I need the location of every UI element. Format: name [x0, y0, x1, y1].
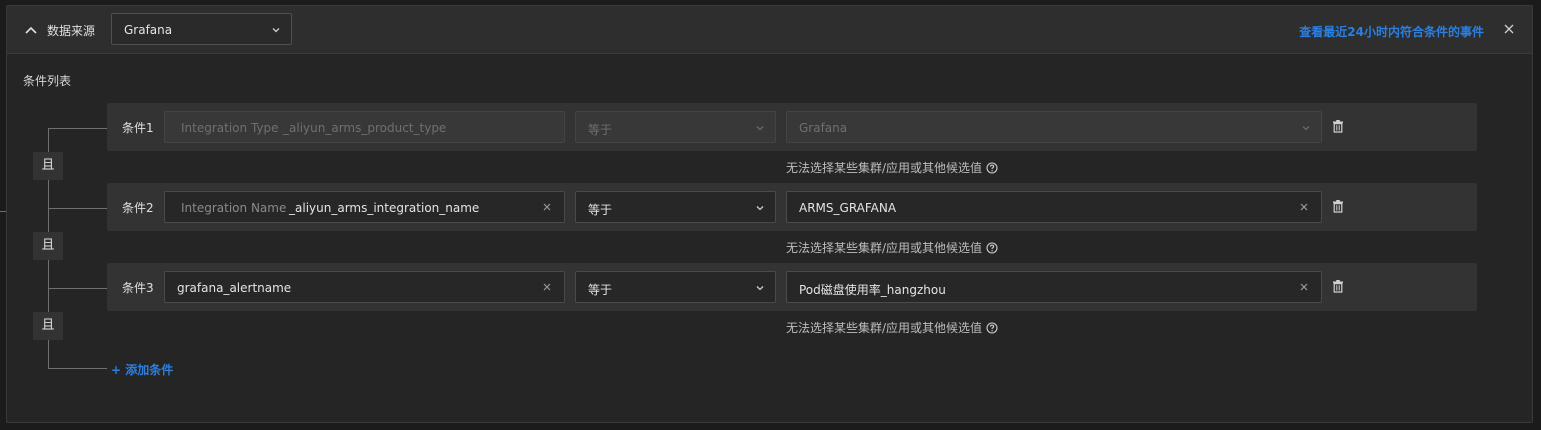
add-condition-button[interactable]: + 添加条件	[111, 361, 173, 378]
and-badge[interactable]: 且	[33, 312, 63, 340]
chevron-down-icon	[756, 206, 764, 211]
key-value: _aliyun_arms_integration_name	[289, 201, 480, 215]
hint-text: 无法选择某些集群/应用或其他候选值	[786, 241, 983, 255]
condition-value-select[interactable]: ARMS_GRAFANA	[786, 191, 1322, 223]
chevron-down-icon	[756, 286, 764, 291]
trash-icon[interactable]	[1332, 120, 1344, 133]
tree-branch-1	[48, 128, 107, 129]
condition-value: ARMS_GRAFANA	[799, 201, 897, 215]
help-circle-icon[interactable]	[986, 162, 998, 174]
condition-value: Grafana	[799, 121, 848, 135]
key-name: Integration Type	[181, 121, 279, 135]
condition-hint: 无法选择某些集群/应用或其他候选值	[786, 319, 998, 336]
condition-row-1: 条件1 Integration Type _aliyun_arms_produc…	[107, 103, 1477, 151]
data-source-panel: 数据来源 Grafana 查看最近24小时内符合条件的事件 条件列表 且 且 且…	[6, 5, 1533, 423]
view-recent-events-link[interactable]: 查看最近24小时内符合条件的事件	[1299, 23, 1484, 40]
panel-header: 数据来源 Grafana 查看最近24小时内符合条件的事件	[7, 6, 1532, 54]
chevron-down-icon	[272, 28, 280, 33]
trash-icon[interactable]	[1332, 280, 1344, 293]
tree-branch-add	[48, 368, 107, 369]
clear-icon[interactable]	[542, 282, 552, 292]
condition-label: 条件2	[122, 201, 154, 215]
operator-value: 等于	[588, 283, 613, 297]
operator-select[interactable]: 等于	[575, 271, 776, 303]
and-badge[interactable]: 且	[33, 152, 63, 180]
condition-row-3: 条件3 grafana_alertname 等于 Pod磁盘使用率_hangzh…	[107, 263, 1477, 311]
clear-icon[interactable]	[1299, 282, 1309, 292]
data-source-label: 数据来源	[47, 24, 96, 38]
and-badge[interactable]: 且	[33, 232, 63, 260]
help-circle-icon[interactable]	[986, 242, 998, 254]
condition-hint: 无法选择某些集群/应用或其他候选值	[786, 239, 998, 256]
trash-icon[interactable]	[1332, 200, 1344, 213]
condition-row-2: 条件2 Integration Name _aliyun_arms_integr…	[107, 183, 1477, 231]
tree-branch-2	[48, 208, 107, 209]
operator-value: 等于	[588, 123, 613, 137]
condition-key-field[interactable]: grafana_alertname	[164, 271, 565, 303]
close-icon[interactable]	[1503, 23, 1515, 35]
operator-select: 等于	[575, 111, 776, 143]
condition-value-select[interactable]: Pod磁盘使用率_hangzhou	[786, 271, 1322, 303]
key-value: grafana_alertname	[177, 281, 292, 295]
condition-label: 条件1	[122, 121, 154, 135]
key-name: Integration Name	[181, 201, 287, 215]
chevron-down-icon	[756, 126, 764, 131]
condition-key-field: Integration Type _aliyun_arms_product_ty…	[164, 111, 565, 143]
condition-key-field[interactable]: Integration Name _aliyun_arms_integratio…	[164, 191, 565, 223]
tree-branch-3	[48, 288, 107, 289]
help-circle-icon[interactable]	[986, 322, 998, 334]
hint-text: 无法选择某些集群/应用或其他候选值	[786, 321, 983, 335]
data-source-value: Grafana	[124, 23, 173, 37]
condition-label: 条件3	[122, 281, 154, 295]
operator-value: 等于	[588, 203, 613, 217]
condition-value: Pod磁盘使用率_hangzhou	[799, 283, 946, 297]
clear-icon[interactable]	[542, 202, 552, 212]
key-value: _aliyun_arms_product_type	[283, 121, 447, 135]
clear-icon[interactable]	[1299, 202, 1309, 212]
chevron-up-icon[interactable]	[23, 22, 39, 38]
condition-value-select: Grafana	[786, 111, 1322, 143]
condition-list-title: 条件列表	[23, 74, 72, 88]
operator-select[interactable]: 等于	[575, 191, 776, 223]
hint-text: 无法选择某些集群/应用或其他候选值	[786, 161, 983, 175]
condition-hint: 无法选择某些集群/应用或其他候选值	[786, 159, 998, 176]
data-source-select[interactable]: Grafana	[111, 13, 292, 45]
chevron-down-icon	[1302, 126, 1310, 131]
